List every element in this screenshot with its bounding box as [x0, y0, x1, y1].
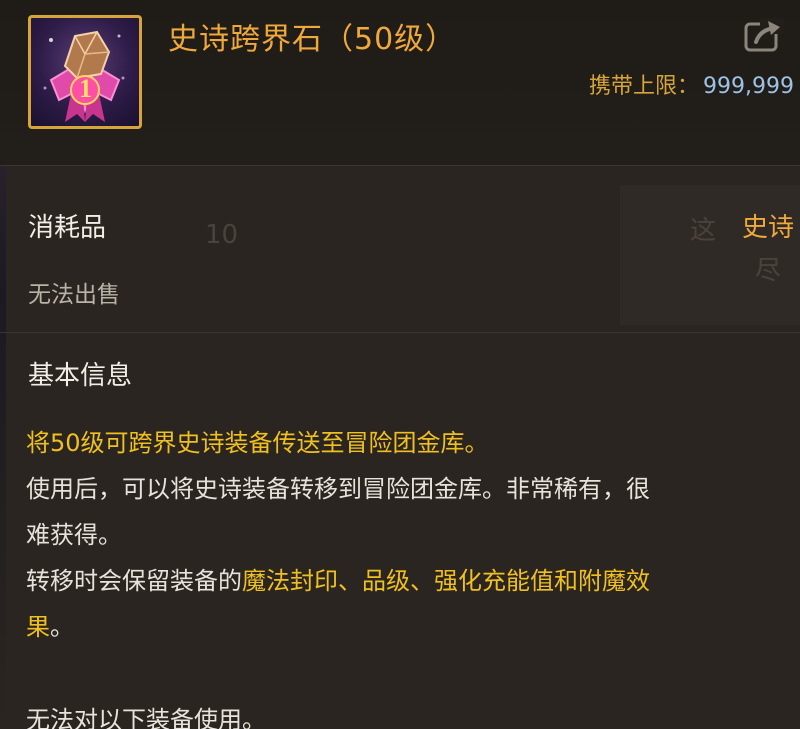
header-divider: [0, 165, 800, 166]
sale-status: 无法出售: [28, 282, 120, 308]
share-icon: [744, 18, 784, 52]
background-ghost-number: 10: [205, 220, 239, 250]
item-category: 消耗品: [28, 213, 107, 243]
epic-cross-stone-icon: [43, 30, 125, 122]
carry-limit-value: 999,999: [703, 74, 794, 99]
basic-info-title: 基本信息: [28, 361, 133, 391]
share-button[interactable]: [744, 18, 784, 52]
item-description: 将50级可跨界史诗装备传送至冒险团金库。 使用后，可以将史诗装备转移到冒险团金库…: [26, 420, 766, 650]
carry-limit: 携带上限： 999,999: [589, 68, 794, 100]
tooltip-header: 1 史诗跨界石（50级） 携带上限： 999,999: [0, 0, 800, 165]
description-line-5-highlight: 果: [26, 613, 50, 641]
icon-badge-number: 1: [79, 74, 92, 103]
description-line-4-prefix: 转移时会保留装备的: [26, 567, 242, 595]
item-rarity: 史诗: [741, 213, 794, 243]
carry-limit-label: 携带上限：: [589, 74, 700, 99]
background-ghost-text-1: 这: [690, 216, 717, 246]
item-tooltip-panel: 10 这 尽 1 史诗跨界石（50级） 携带上限： 999,999 消耗品 史诗…: [0, 0, 800, 729]
usage-restriction-note: 无法对以下装备使用。: [26, 706, 266, 729]
description-line-3: 难获得。: [26, 521, 122, 549]
description-line-4-highlight: 魔法封印、品级、强化充能值和附魔效: [242, 567, 650, 595]
description-line-1: 将50级可跨界史诗装备传送至冒险团金库。: [26, 429, 489, 457]
description-line-5: 果。: [26, 604, 766, 650]
description-line-5-suffix: 。: [50, 613, 74, 641]
item-name: 史诗跨界石（50级）: [168, 22, 457, 57]
description-line-2: 使用后，可以将史诗装备转移到冒险团金库。非常稀有，很: [26, 475, 650, 503]
description-line-4: 转移时会保留装备的魔法封印、品级、强化充能值和附魔效: [26, 558, 766, 604]
info-divider: [0, 332, 800, 333]
background-ghost-text-2: 尽: [755, 256, 782, 286]
item-icon: 1: [28, 15, 142, 129]
